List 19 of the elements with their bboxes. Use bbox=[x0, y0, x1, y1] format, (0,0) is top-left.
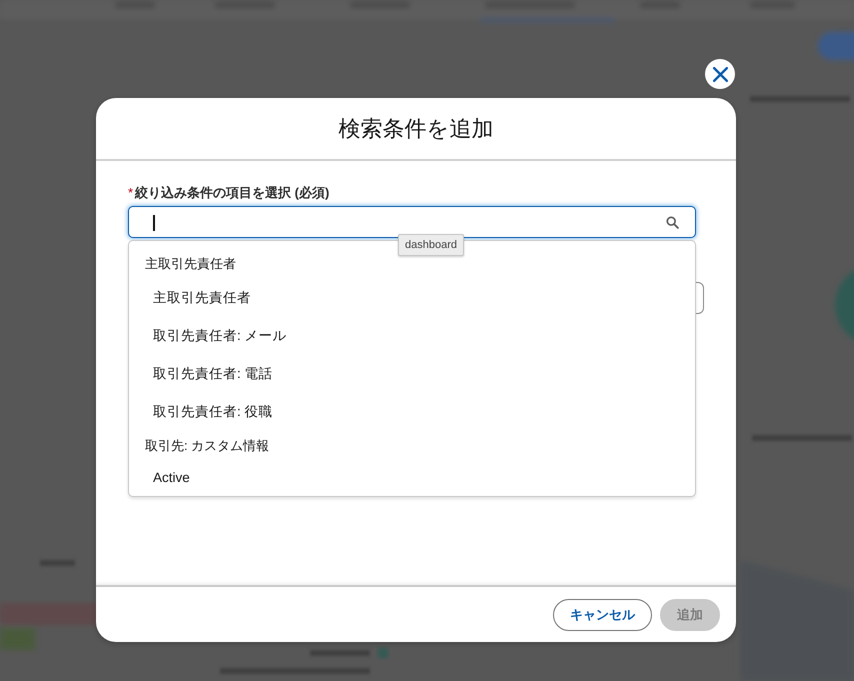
dropdown-option[interactable]: 取引先責任者: メール bbox=[129, 317, 695, 355]
dropdown-option[interactable]: 主取引先責任者 bbox=[129, 279, 695, 317]
close-icon bbox=[712, 66, 728, 82]
search-field[interactable] bbox=[128, 206, 696, 238]
dropdown-option[interactable]: Active bbox=[129, 461, 695, 496]
dialog-title: 検索条件を追加 bbox=[338, 114, 494, 142]
blurred-legend-swatch bbox=[378, 648, 388, 658]
dropdown-option[interactable]: 取引先責任者: 役職 bbox=[129, 393, 695, 431]
required-mark: * bbox=[128, 185, 134, 200]
option-group-label: 主取引先責任者 bbox=[144, 255, 237, 273]
dropdown-option[interactable]: 取引先責任者: 電話 bbox=[129, 355, 695, 393]
search-icon bbox=[666, 216, 679, 229]
text-cursor bbox=[153, 215, 155, 231]
blurred-tag bbox=[0, 628, 35, 650]
tooltip: dashboard bbox=[398, 234, 464, 256]
option-group-label: 取引先: カスタム情報 bbox=[144, 437, 270, 455]
cancel-button[interactable]: キャンセル bbox=[553, 598, 652, 630]
field-label: 絞り込み条件の項目を選択 (必須) bbox=[135, 184, 330, 202]
blurred-pill bbox=[818, 32, 854, 60]
